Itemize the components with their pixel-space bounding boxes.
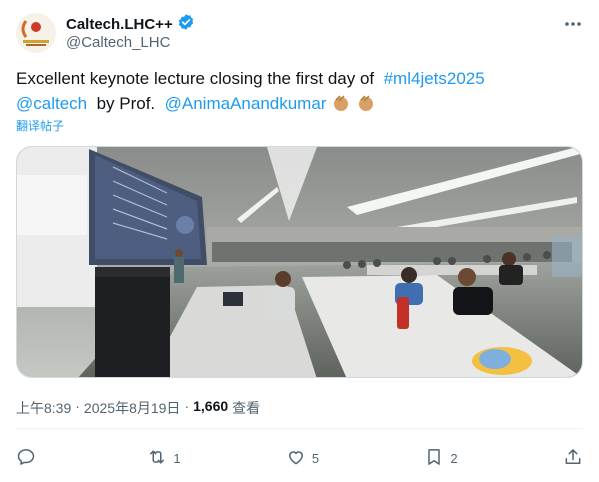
divider — [16, 428, 583, 429]
share-icon — [563, 447, 583, 470]
mention-link-caltech[interactable]: @caltech — [16, 94, 87, 113]
avatar[interactable] — [16, 13, 56, 53]
more-icon[interactable] — [563, 14, 583, 34]
retweet-icon — [147, 447, 167, 470]
view-count[interactable]: 1,660 — [193, 398, 228, 418]
tweet-meta: 上午8:39 · 2025年8月19日 · 1,660 查看 — [16, 398, 260, 418]
bookmark-icon — [424, 447, 444, 470]
clapping-hands-icon — [331, 94, 351, 112]
account-handle[interactable]: @Caltech_LHC — [66, 34, 170, 51]
heart-icon — [286, 447, 306, 470]
meta-separator: · — [184, 398, 190, 414]
tweet-text-part: Excellent keynote lecture closing the fi… — [16, 69, 375, 88]
view-label: 查看 — [232, 400, 261, 416]
action-bar: 1 5 2 — [16, 446, 583, 470]
meta-separator: · — [75, 398, 80, 414]
retweet-count: 1 — [173, 450, 181, 466]
like-button[interactable]: 5 — [286, 447, 319, 470]
tweet-text-part: by Prof. — [96, 94, 156, 113]
clapping-hands-icon — [356, 94, 376, 112]
like-count: 5 — [311, 450, 320, 466]
reply-button[interactable] — [16, 447, 42, 470]
verified-badge-icon — [177, 13, 195, 35]
retweet-button[interactable]: 1 — [147, 447, 181, 470]
mention-link-anima[interactable]: @AnimaAnandkumar — [165, 94, 327, 113]
media-photo[interactable] — [16, 146, 583, 378]
bookmark-button[interactable]: 2 — [424, 447, 458, 470]
tweet-date[interactable]: 2025年8月19日 — [84, 398, 181, 418]
reply-icon — [16, 447, 36, 470]
bookmark-count: 2 — [450, 450, 458, 466]
tweet-text: Excellent keynote lecture closing the fi… — [16, 66, 576, 116]
share-button[interactable] — [563, 447, 583, 470]
hashtag-link[interactable]: #ml4jets2025 — [384, 69, 485, 88]
translate-link[interactable]: 翻译帖子 — [16, 117, 64, 134]
tweet-time[interactable]: 上午8:39 — [16, 398, 71, 418]
display-name[interactable]: Caltech.LHC++ — [66, 16, 173, 33]
account-name[interactable]: Caltech.LHC++ — [66, 13, 195, 35]
